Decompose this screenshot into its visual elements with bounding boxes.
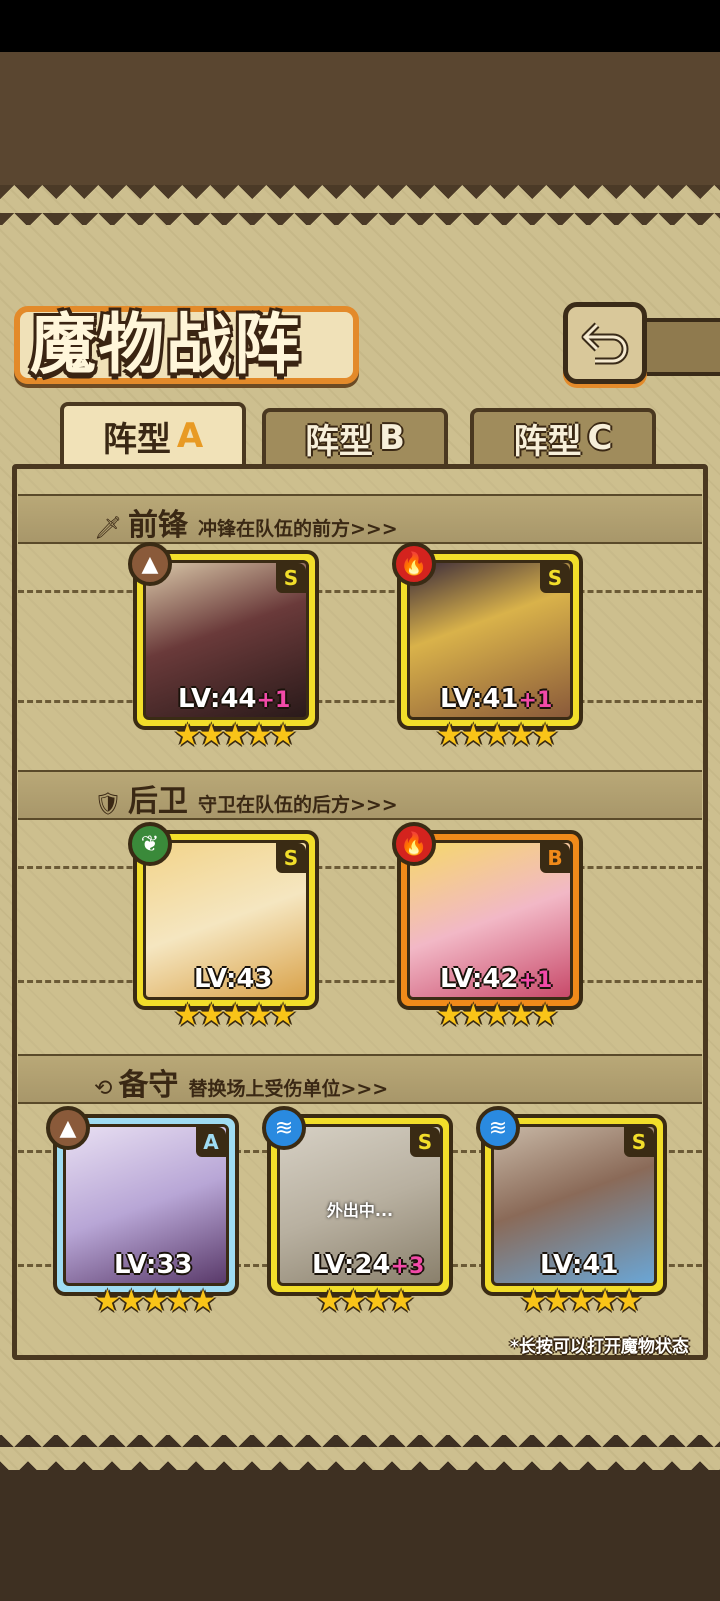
star-rating: ★★★★ — [316, 1284, 415, 1319]
section-name: 备守 — [118, 1068, 179, 1103]
rarity-badge: S — [624, 1127, 654, 1157]
back-button[interactable] — [563, 302, 647, 384]
map-background-bottom — [0, 1465, 720, 1601]
rarity-badge: B — [540, 843, 570, 873]
wind-element-icon: ❦ — [128, 822, 172, 866]
rarity-badge: S — [540, 563, 570, 593]
water-element-icon: ≋ — [476, 1106, 520, 1150]
star-rating: ★★★★★ — [174, 998, 296, 1033]
fire-element-icon: 🔥 — [392, 542, 436, 586]
status-bar — [0, 0, 720, 52]
star-rating: ★★★★★ — [436, 718, 558, 753]
panel-torn-edge-top — [0, 185, 720, 225]
row-divider — [18, 980, 702, 983]
section-header-reserve: ⟲ 备守 替换场上受伤单位>>> — [94, 1060, 388, 1104]
tab-formation-b[interactable]: 阵型 B — [262, 408, 448, 464]
page-title: 魔物战阵 — [30, 306, 302, 383]
tab-formation-c[interactable]: 阵型 C — [470, 408, 656, 464]
level-text: LV:41 — [440, 684, 519, 714]
away-status: 外出中... — [326, 1201, 394, 1220]
section-name: 前锋 — [127, 508, 188, 543]
star-rating: ★★★★★ — [436, 998, 558, 1033]
level-text: LV:43 — [194, 964, 273, 994]
section-desc: 替换场上受伤单位>>> — [188, 1078, 389, 1100]
row-divider — [18, 700, 702, 703]
tab-letter: C — [587, 418, 613, 458]
rarity-badge: S — [276, 563, 306, 593]
monster-level: LV:43 — [194, 964, 273, 994]
level-text: LV:24 — [312, 1250, 391, 1280]
tab-label: 阵型 — [305, 421, 374, 462]
monster-level: LV:33 — [114, 1250, 193, 1280]
swap-icon: ⟲ — [94, 1076, 113, 1101]
sword-icon: 🗡 — [94, 516, 122, 541]
monster-level: LV:24+3 — [312, 1250, 424, 1280]
back-button-tail — [640, 318, 720, 376]
fire-element-icon: 🔥 — [392, 822, 436, 866]
section-desc: 冲锋在队伍的前方>>> — [197, 518, 398, 540]
row-divider — [18, 866, 702, 869]
rarity-badge: S — [276, 843, 306, 873]
monster-level: LV:41+1 — [440, 684, 552, 714]
tab-label: 阵型 — [102, 419, 171, 460]
shield-icon: 🛡 — [94, 792, 122, 817]
star-rating: ★★★★★ — [94, 1284, 216, 1319]
section-desc: 守卫在队伍的后方>>> — [197, 794, 398, 816]
star-rating: ★★★★★ — [520, 1284, 642, 1319]
section-header-front: 🗡 前锋 冲锋在队伍的前方>>> — [94, 500, 398, 544]
level-plus: +1 — [518, 968, 553, 993]
rarity-badge: S — [410, 1127, 440, 1157]
return-arrow-icon — [581, 322, 629, 365]
level-text: LV:33 — [114, 1250, 193, 1280]
level-plus: +1 — [256, 688, 291, 713]
tab-label: 阵型 — [513, 421, 582, 462]
earth-element-icon: ▲ — [46, 1106, 90, 1150]
level-plus: +1 — [518, 688, 553, 713]
long-press-hint: *长按可以打开魔物状态 — [510, 1337, 689, 1357]
monster-level: LV:44+1 — [178, 684, 290, 714]
row-divider — [18, 590, 702, 593]
tab-letter: B — [379, 418, 405, 458]
level-plus: +3 — [390, 1254, 425, 1279]
star-rating: ★★★★★ — [174, 718, 296, 753]
level-text: LV:41 — [540, 1250, 619, 1280]
panel-torn-edge-bottom — [0, 1435, 720, 1475]
section-header-rear: 🛡 后卫 守卫在队伍的后方>>> — [94, 776, 398, 820]
level-text: LV:44 — [178, 684, 257, 714]
map-background-top — [0, 52, 720, 187]
earth-element-icon: ▲ — [128, 542, 172, 586]
monster-level: LV:42+1 — [440, 964, 552, 994]
level-text: LV:42 — [440, 964, 519, 994]
tab-letter: A — [176, 416, 204, 456]
section-name: 后卫 — [127, 784, 188, 819]
monster-level: LV:41 — [540, 1250, 619, 1280]
rarity-badge: A — [196, 1127, 226, 1157]
tab-formation-a[interactable]: 阵型 A — [60, 402, 246, 466]
water-element-icon: ≋ — [262, 1106, 306, 1150]
